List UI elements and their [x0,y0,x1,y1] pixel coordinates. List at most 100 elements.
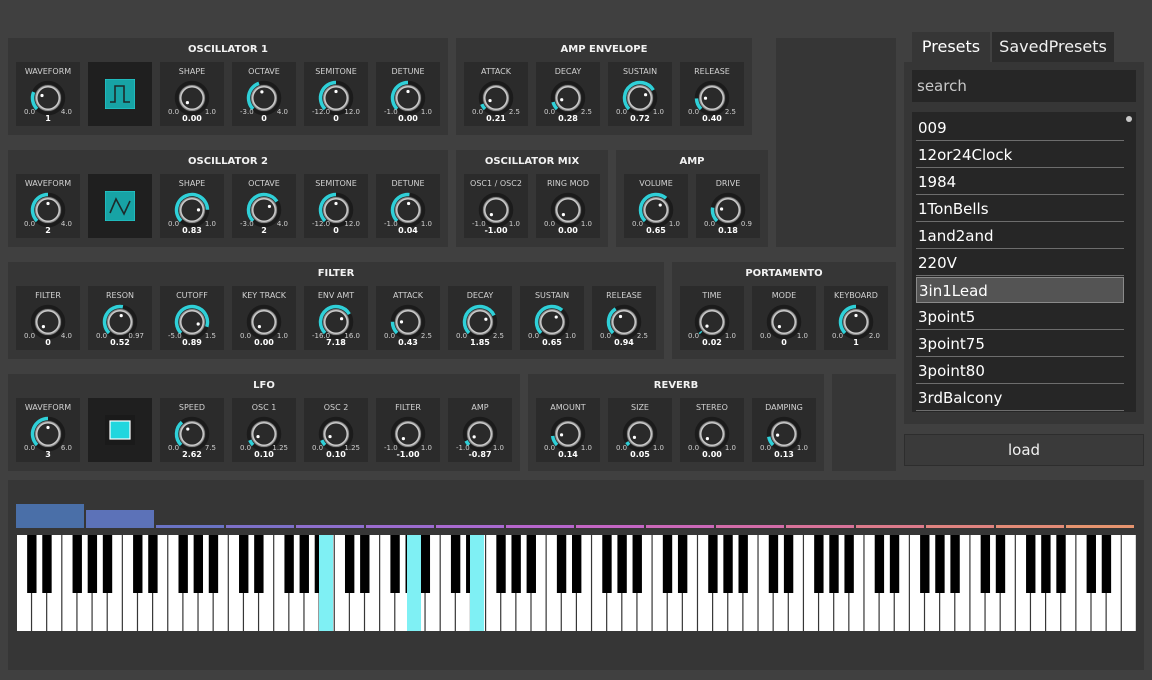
preset-item[interactable]: 1984 [916,169,1124,195]
knob-release[interactable]: RELEASE 0.0 2.5 0.94 [592,286,656,350]
knob-filter[interactable]: FILTER 0.0 4.0 0 [16,286,80,350]
knob-amount[interactable]: AMOUNT 0.0 1.0 0.14 [536,398,600,462]
black-key[interactable] [980,535,991,593]
knob-detune[interactable]: DETUNE -1.0 1.0 0.04 [376,174,440,238]
preset-item[interactable]: 1and2and [916,223,1124,249]
preset-item[interactable]: 3point5 [916,304,1124,330]
knob-cutoff[interactable]: CUTOFF -5.0 1.5 0.89 [160,286,224,350]
black-key[interactable] [1101,535,1112,593]
black-key[interactable] [1026,535,1036,593]
velocity-bar[interactable] [646,525,714,528]
velocity-bar[interactable] [856,525,924,528]
black-key[interactable] [662,535,673,593]
velocity-bar[interactable] [16,504,84,528]
black-key[interactable] [1041,535,1051,593]
knob-osc1-osc2[interactable]: OSC1 / OSC2 -1.0 1.0 -1.00 [464,174,528,238]
preset-list[interactable]: 009 12or24Clock 1984 1TonBells 1and2and 220V 3… [912,112,1136,412]
black-key[interactable] [556,535,567,593]
preset-item[interactable]: 12or24Clock [916,142,1124,168]
scrollbar[interactable] [1126,116,1132,122]
black-key[interactable] [874,535,885,593]
velocity-bar[interactable] [996,525,1064,528]
velocity-bar[interactable] [1066,525,1134,528]
black-key[interactable] [708,535,718,593]
velocity-bar[interactable] [226,525,294,528]
velocity-bar[interactable] [436,525,504,528]
black-key[interactable] [783,535,794,593]
knob-octave[interactable]: OCTAVE -3.0 4.0 0 [232,62,296,126]
knob-sustain[interactable]: SUSTAIN 0.0 1.0 0.72 [608,62,672,126]
pressed-key[interactable] [407,535,421,631]
black-key[interactable] [284,535,294,593]
velocity-bar[interactable] [926,525,994,528]
velocity-bar[interactable] [576,525,644,528]
black-key[interactable] [72,535,82,593]
piano-keyboard[interactable] [8,480,1144,670]
velocity-bar[interactable] [296,525,364,528]
knob-size[interactable]: SIZE 0.0 1.0 0.05 [608,398,672,462]
knob-osc-2[interactable]: OSC 2 0.0 1.25 0.10 [304,398,368,462]
knob-reson[interactable]: RESON 0.0 0.97 0.52 [88,286,152,350]
tab-presets[interactable]: Presets [912,32,990,62]
black-key[interactable] [511,535,521,593]
black-key[interactable] [723,535,733,593]
black-key[interactable] [450,535,461,593]
knob-semitone[interactable]: SEMITONE -12.0 12.0 0 [304,62,368,126]
black-key[interactable] [935,535,945,593]
black-key[interactable] [239,535,249,593]
black-key[interactable] [208,535,219,593]
tab-saved-presets[interactable]: SavedPresets [992,32,1114,62]
knob-drive[interactable]: DRIVE 0.0 0.9 0.18 [696,174,760,238]
knob-time[interactable]: TIME 0.0 1.0 0.02 [680,286,744,350]
velocity-bar[interactable] [86,510,154,528]
knob-release[interactable]: RELEASE 0.0 2.5 0.40 [680,62,744,126]
preset-item[interactable]: 3in1Lead [916,277,1124,303]
black-key[interactable] [889,535,900,593]
knob-sustain[interactable]: SUSTAIN 0.0 1.0 0.65 [520,286,584,350]
knob-waveform[interactable]: WAVEFORM 0.0 6.0 3 [16,398,80,462]
black-key[interactable] [193,535,204,593]
black-key[interactable] [677,535,688,593]
black-key[interactable] [178,535,188,593]
knob-semitone[interactable]: SEMITONE -12.0 12.0 0 [304,174,368,238]
preset-item[interactable]: 3rdBalcony [916,385,1124,411]
knob-attack[interactable]: ATTACK 0.0 2.5 0.43 [376,286,440,350]
knob-stereo[interactable]: STEREO 0.0 1.0 0.00 [680,398,744,462]
velocity-bar[interactable] [716,525,784,528]
black-key[interactable] [829,535,839,593]
preset-item[interactable]: 3point80 [916,358,1124,384]
knob-keyboard[interactable]: KEYBOARD 0.0 2.0 1 [824,286,888,350]
black-key[interactable] [617,535,627,593]
velocity-bar[interactable] [156,525,224,528]
black-key[interactable] [344,535,355,593]
knob-osc-1[interactable]: OSC 1 0.0 1.25 0.10 [232,398,296,462]
knob-ring-mod[interactable]: RING MOD 0.0 1.0 0.00 [536,174,600,238]
knob-amp[interactable]: AMP -1.0 1.0 -0.87 [448,398,512,462]
knob-key-track[interactable]: KEY TRACK 0.0 1.0 0.00 [232,286,296,350]
knob-decay[interactable]: DECAY 0.0 2.5 0.28 [536,62,600,126]
black-key[interactable] [102,535,113,593]
preset-item[interactable]: 220V [916,250,1124,276]
knob-detune[interactable]: DETUNE -1.0 1.0 0.00 [376,62,440,126]
black-key[interactable] [42,535,52,593]
load-button[interactable]: load [904,434,1144,466]
black-key[interactable] [738,535,748,593]
black-key[interactable] [572,535,582,593]
black-key[interactable] [995,535,1006,593]
black-key[interactable] [87,535,98,593]
black-key[interactable] [632,535,642,593]
preset-item[interactable]: 1TonBells [916,196,1124,222]
white-key[interactable] [1121,535,1136,631]
black-key[interactable] [133,535,143,593]
knob-octave[interactable]: OCTAVE -3.0 4.0 2 [232,174,296,238]
black-key[interactable] [496,535,506,593]
knob-volume[interactable]: VOLUME 0.0 1.0 0.65 [624,174,688,238]
velocity-bar[interactable] [786,525,854,528]
black-key[interactable] [602,535,612,593]
knob-shape[interactable]: SHAPE 0.0 1.0 0.83 [160,174,224,238]
knob-damping[interactable]: DAMPING 0.0 1.0 0.13 [752,398,816,462]
black-key[interactable] [920,535,930,593]
black-key[interactable] [1056,535,1066,593]
black-key[interactable] [526,535,536,593]
knob-env-amt[interactable]: ENV AMT -16.0 16.0 7.18 [304,286,368,350]
